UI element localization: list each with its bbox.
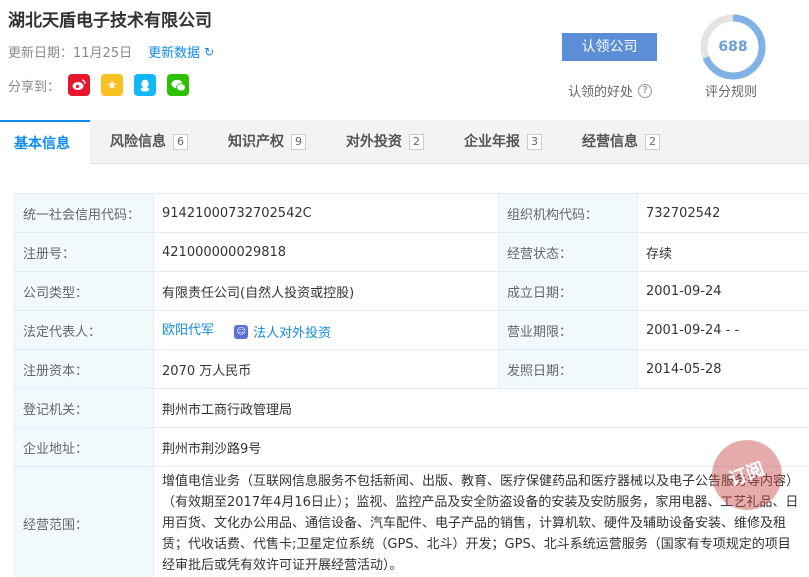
table-row: 登记机关： 荆州市工商行政管理局 [14, 388, 809, 428]
reg-no-value: 421000000029818 [153, 232, 499, 272]
company-type-value: 有限责任公司(自然人投资或控股) [153, 271, 499, 311]
tab-label: 知识产权 [228, 134, 284, 150]
tab-count: 9 [291, 134, 306, 150]
rep-investment-link[interactable]: ☺ 法人对外投资 [218, 322, 331, 341]
reg-no-label: 注册号： [14, 232, 154, 272]
score-value: 688 [718, 39, 748, 55]
score-rule-link[interactable]: 评分规则 [705, 81, 757, 100]
authority-value: 荆州市工商行政管理局 [153, 388, 809, 428]
credit-code-label: 统一社会信用代码： [14, 193, 154, 233]
table-row: 法定代表人： 欧阳代军 ☺ 法人对外投资 营业期限： 2001-09-24 - … [14, 310, 809, 350]
tab-annual-report[interactable]: 企业年报 3 [444, 120, 562, 164]
status-label: 经营状态： [498, 232, 638, 272]
scope-label: 经营范围： [14, 466, 154, 577]
capital-label: 注册资本： [14, 349, 154, 389]
tab-label: 风险信息 [110, 134, 166, 150]
tab-risk-info[interactable]: 风险信息 6 [90, 120, 208, 164]
issue-date-value: 2014-05-28 [637, 349, 809, 389]
tab-ip[interactable]: 知识产权 9 [208, 120, 326, 164]
qzone-icon[interactable]: ★ [101, 74, 124, 96]
help-icon: ? [638, 83, 653, 98]
company-type-label: 公司类型： [14, 271, 154, 311]
legal-rep-cell: 欧阳代军 ☺ 法人对外投资 [153, 310, 499, 350]
update-row: 更新日期：11月25日 更新数据 ↻ [8, 42, 215, 62]
tab-count: 6 [173, 134, 188, 150]
weibo-icon[interactable] [68, 74, 91, 96]
tab-label: 经营信息 [582, 134, 638, 150]
tab-label: 基本信息 [14, 135, 70, 152]
scope-value: 增值电信业务（互联网信息服务不包括新闻、出版、教育、医疗保健药品和医疗器械以及电… [153, 466, 809, 577]
tab-basic-info[interactable]: 基本信息 [0, 120, 90, 165]
claim-company-button[interactable]: 认领公司 [562, 33, 657, 61]
founded-value: 2001-09-24 [637, 271, 809, 311]
update-date: 更新日期：11月25日 [8, 46, 133, 61]
org-code-value: 732702542 [637, 193, 809, 233]
company-name: 湖北天盾电子技术有限公司 [8, 11, 212, 31]
term-label: 营业期限： [498, 310, 638, 350]
table-row: 经营范围： 增值电信业务（互联网信息服务不包括新闻、出版、教育、医疗保健药品和医… [14, 466, 809, 577]
table-row: 统一社会信用代码： 91421000732702542C 组织机构代码： 732… [14, 193, 809, 233]
rep-investment-label: 法人对外投资 [253, 326, 332, 342]
authority-label: 登记机关： [14, 388, 154, 428]
share-label: 分享到： [8, 79, 61, 95]
update-data-link[interactable]: 更新数据 ↻ [148, 42, 215, 62]
claim-benefit-label: 认领的好处 [568, 85, 634, 100]
term-value: 2001-09-24 - - [637, 310, 809, 350]
table-row: 企业地址： 荆州市荆沙路9号 [14, 427, 809, 467]
table-row: 公司类型： 有限责任公司(自然人投资或控股) 成立日期： 2001-09-24 [14, 271, 809, 311]
tab-label: 企业年报 [464, 134, 520, 150]
tab-count: 2 [645, 134, 660, 150]
claim-benefit-link[interactable]: 认领的好处 ? [568, 81, 653, 100]
tab-bar: 基本信息 风险信息 6 知识产权 9 对外投资 2 企业年报 3 经营信息 2 [0, 120, 809, 165]
credit-code-value: 91421000732702542C [153, 193, 499, 233]
legal-rep-link[interactable]: 欧阳代军 [162, 323, 214, 338]
refresh-icon: ↻ [204, 44, 215, 59]
share-row: 分享到： ★ [8, 74, 200, 96]
update-data-label: 更新数据 [148, 46, 201, 61]
company-info-table: 统一社会信用代码： 91421000732702542C 组织机构代码： 732… [14, 193, 809, 577]
tab-count: 3 [527, 134, 542, 150]
tab-business-info[interactable]: 经营信息 2 [562, 120, 680, 164]
tab-investment[interactable]: 对外投资 2 [326, 120, 444, 164]
table-row: 注册资本： 2070 万人民币 发照日期： 2014-05-28 [14, 349, 809, 389]
org-code-label: 组织机构代码： [498, 193, 638, 233]
tab-label: 对外投资 [346, 134, 402, 150]
person-icon: ☺ [234, 324, 249, 339]
address-label: 企业地址： [14, 427, 154, 467]
table-row: 注册号： 421000000029818 经营状态： 存续 [14, 232, 809, 272]
legal-rep-label: 法定代表人： [14, 310, 154, 350]
capital-value: 2070 万人民币 [153, 349, 499, 389]
wechat-icon[interactable] [167, 74, 190, 96]
founded-label: 成立日期： [498, 271, 638, 311]
qq-icon[interactable] [134, 74, 157, 96]
address-value: 荆州市荆沙路9号 [153, 427, 809, 467]
status-value: 存续 [637, 232, 809, 272]
issue-date-label: 发照日期： [498, 349, 638, 389]
tab-count: 2 [409, 134, 424, 150]
